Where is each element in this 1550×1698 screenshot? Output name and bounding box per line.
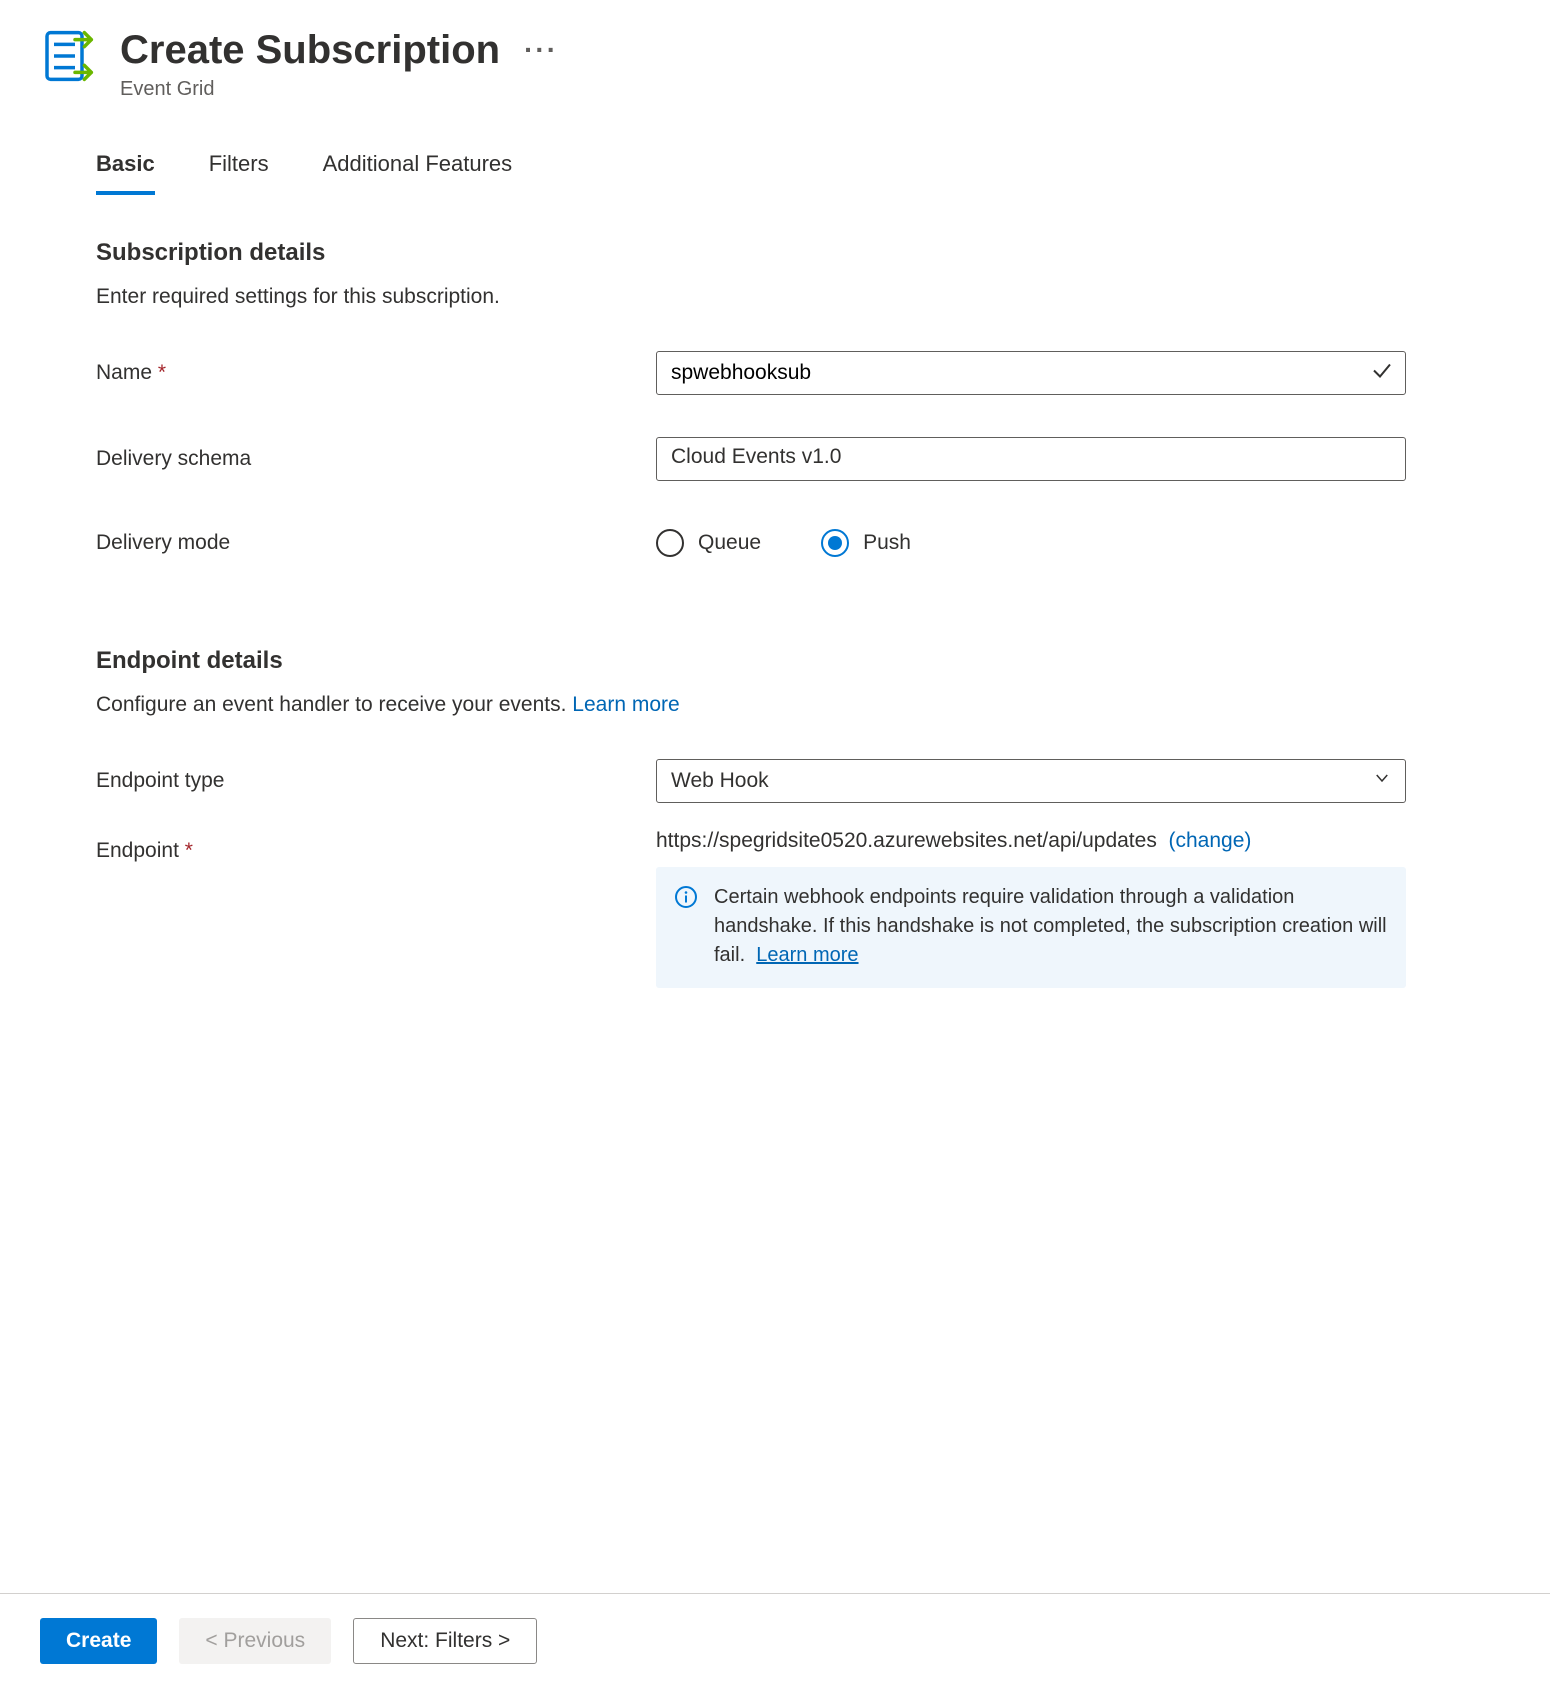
mode-push-label: Push [863, 531, 911, 555]
endpoint-info-learn-more-link[interactable]: Learn more [756, 944, 858, 966]
endpoint-type-select[interactable]: Web Hook [656, 759, 1406, 803]
radio-icon [656, 529, 684, 557]
tab-strip: Basic Filters Additional Features [96, 151, 1510, 195]
mode-label: Delivery mode [96, 531, 656, 555]
create-button[interactable]: Create [40, 1618, 157, 1664]
endpoint-type-value: Web Hook [671, 769, 769, 793]
page-header: Create Subscription ··· Event Grid [40, 28, 1510, 101]
footer-bar: Create < Previous Next: Filters > [0, 1593, 1550, 1698]
info-icon [674, 885, 698, 970]
more-actions-button[interactable]: ··· [524, 36, 558, 64]
endpoint-section-title: Endpoint details [96, 647, 1510, 675]
endpoint-change-link[interactable]: (change) [1169, 829, 1252, 852]
schema-value: Cloud Events v1.0 [656, 437, 1406, 481]
subscription-section-title: Subscription details [96, 239, 1510, 267]
tab-basic[interactable]: Basic [96, 151, 155, 195]
endpoint-learn-more-link[interactable]: Learn more [572, 693, 679, 716]
required-indicator: * [185, 839, 193, 862]
name-input[interactable] [656, 351, 1406, 395]
name-label: Name * [96, 361, 656, 385]
page-title: Create Subscription [120, 28, 500, 72]
mode-queue-label: Queue [698, 531, 761, 555]
endpoint-info-box: Certain webhook endpoints require valida… [656, 867, 1406, 988]
required-indicator: * [158, 361, 166, 384]
next-button[interactable]: Next: Filters > [353, 1618, 537, 1664]
previous-button: < Previous [179, 1618, 331, 1664]
endpoint-label: Endpoint * [96, 829, 656, 863]
event-grid-icon [40, 28, 96, 84]
subscription-section-desc: Enter required settings for this subscri… [96, 285, 1510, 309]
endpoint-url: https://spegridsite0520.azurewebsites.ne… [656, 829, 1157, 852]
endpoint-section-desc: Configure an event handler to receive yo… [96, 693, 1510, 717]
mode-radio-queue[interactable]: Queue [656, 529, 761, 557]
endpoint-type-label: Endpoint type [96, 769, 656, 793]
chevron-down-icon [1373, 769, 1391, 793]
radio-icon [821, 529, 849, 557]
tab-additional-features[interactable]: Additional Features [323, 151, 513, 195]
validation-check-icon [1370, 359, 1394, 388]
tab-filters[interactable]: Filters [209, 151, 269, 195]
mode-radio-push[interactable]: Push [821, 529, 911, 557]
schema-label: Delivery schema [96, 447, 656, 471]
page-subtitle: Event Grid [120, 78, 558, 101]
